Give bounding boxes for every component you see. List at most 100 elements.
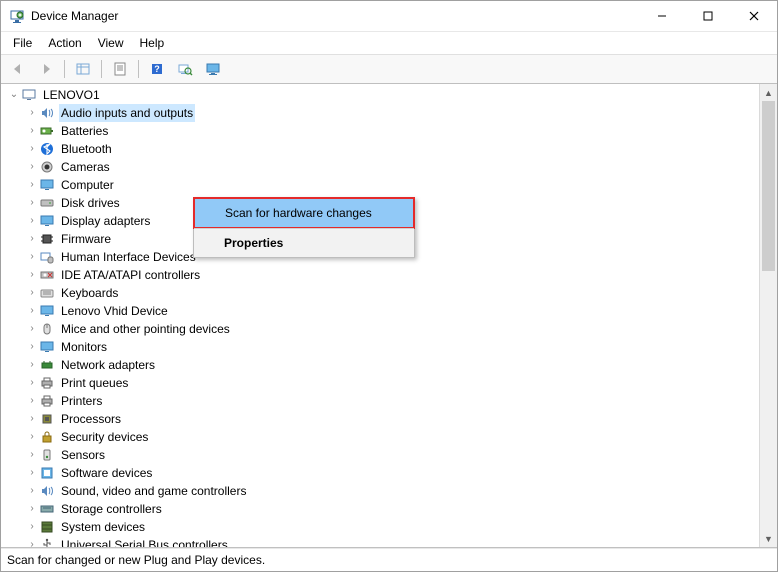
menu-help[interactable]: Help	[132, 34, 173, 52]
root-node[interactable]: ⌄ LENOVO1	[7, 86, 759, 104]
monitor-icon	[39, 177, 55, 193]
category-label: Storage controllers	[59, 500, 164, 518]
category-node[interactable]: ›Printers	[25, 392, 759, 410]
scroll-thumb[interactable]	[762, 101, 775, 271]
lock-icon	[39, 429, 55, 445]
back-button[interactable]	[5, 57, 31, 81]
chevron-right-icon[interactable]: ›	[25, 536, 39, 547]
category-node[interactable]: › Audio inputs and outputs	[25, 104, 759, 122]
category-node[interactable]: ›Network adapters	[25, 356, 759, 374]
titlebar: Device Manager	[1, 1, 777, 32]
show-hide-tree-button[interactable]	[70, 57, 96, 81]
category-label: Audio inputs and outputs	[59, 104, 195, 122]
monitor-icon	[39, 213, 55, 229]
category-label: Display adapters	[59, 212, 152, 230]
keyboard-icon	[39, 285, 55, 301]
toolbar: ?	[1, 54, 777, 84]
category-node[interactable]: ›Security devices	[25, 428, 759, 446]
category-node[interactable]: › Sound, video and game controllers	[25, 482, 759, 500]
chevron-right-icon[interactable]: ›	[25, 428, 39, 446]
chevron-right-icon[interactable]: ›	[25, 446, 39, 464]
printer-icon	[39, 393, 55, 409]
chevron-right-icon[interactable]: ›	[25, 392, 39, 410]
category-node[interactable]: ›Software devices	[25, 464, 759, 482]
scroll-down-icon[interactable]: ▼	[760, 530, 777, 547]
category-node[interactable]: ›Universal Serial Bus controllers	[25, 536, 759, 547]
help-button[interactable]: ?	[144, 57, 170, 81]
menu-action[interactable]: Action	[40, 34, 89, 52]
system-icon	[39, 519, 55, 535]
category-label: Print queues	[59, 374, 130, 392]
content-area: ⌄ LENOVO1 › Audio inputs and outputs › Batt…	[1, 84, 777, 548]
chevron-right-icon[interactable]: ›	[25, 140, 39, 158]
category-label: Batteries	[59, 122, 110, 140]
minimize-button[interactable]	[639, 1, 685, 31]
category-node[interactable]: › Batteries	[25, 122, 759, 140]
chevron-right-icon[interactable]: ›	[25, 212, 39, 230]
scan-hardware-button[interactable]	[172, 57, 198, 81]
category-node[interactable]: ›Keyboards	[25, 284, 759, 302]
context-scan-label: Scan for hardware changes	[225, 206, 372, 220]
chevron-right-icon[interactable]: ›	[25, 266, 39, 284]
chevron-right-icon[interactable]: ›	[25, 284, 39, 302]
category-node[interactable]: › Mice and other pointing devices	[25, 320, 759, 338]
chevron-right-icon[interactable]: ›	[25, 518, 39, 536]
chevron-right-icon[interactable]: ›	[25, 374, 39, 392]
scroll-up-icon[interactable]: ▲	[760, 84, 777, 101]
menu-view[interactable]: View	[90, 34, 132, 52]
category-label: Mice and other pointing devices	[59, 320, 232, 338]
properties-button[interactable]	[107, 57, 133, 81]
chevron-right-icon[interactable]: ›	[25, 464, 39, 482]
chevron-right-icon[interactable]: ›	[25, 122, 39, 140]
chevron-right-icon[interactable]: ›	[25, 248, 39, 266]
category-label: Human Interface Devices	[59, 248, 198, 266]
category-node[interactable]: ›Computer	[25, 176, 759, 194]
category-label: Processors	[59, 410, 123, 428]
chevron-right-icon[interactable]: ›	[25, 320, 39, 338]
statusbar: Scan for changed or new Plug and Play de…	[1, 548, 777, 571]
category-node[interactable]: › Print queues	[25, 374, 759, 392]
window-controls	[639, 1, 777, 31]
category-node[interactable]: › Cameras	[25, 158, 759, 176]
category-node[interactable]: ›IDE ATA/ATAPI controllers	[25, 266, 759, 284]
sensor-icon	[39, 447, 55, 463]
category-node[interactable]: ›System devices	[25, 518, 759, 536]
expand-icon[interactable]: ⌄	[7, 86, 21, 104]
chevron-right-icon[interactable]: ›	[25, 338, 39, 356]
vertical-scrollbar[interactable]: ▲ ▼	[759, 84, 777, 547]
category-node[interactable]: › Sensors	[25, 446, 759, 464]
category-node[interactable]: ›Lenovo Vhid Device	[25, 302, 759, 320]
category-node[interactable]: ›Monitors	[25, 338, 759, 356]
category-label: Cameras	[59, 158, 112, 176]
maximize-button[interactable]	[685, 1, 731, 31]
chevron-right-icon[interactable]: ›	[25, 230, 39, 248]
context-scan-hardware[interactable]: Scan for hardware changes	[193, 197, 415, 229]
software-icon	[39, 465, 55, 481]
chevron-right-icon[interactable]: ›	[25, 158, 39, 176]
menu-file[interactable]: File	[5, 34, 40, 52]
monitor-button[interactable]	[200, 57, 226, 81]
category-label: Sensors	[59, 446, 107, 464]
close-button[interactable]	[731, 1, 777, 31]
hid-icon	[39, 249, 55, 265]
category-node[interactable]: ›Bluetooth	[25, 140, 759, 158]
chevron-right-icon[interactable]: ›	[25, 500, 39, 518]
device-tree[interactable]: ⌄ LENOVO1 › Audio inputs and outputs › Batt…	[1, 84, 759, 547]
chevron-right-icon[interactable]: ›	[25, 194, 39, 212]
svg-text:?: ?	[154, 64, 160, 74]
context-properties[interactable]: Properties	[194, 228, 414, 257]
chevron-right-icon[interactable]: ›	[25, 302, 39, 320]
chevron-right-icon[interactable]: ›	[25, 356, 39, 374]
chevron-right-icon[interactable]: ›	[25, 176, 39, 194]
storage-icon	[39, 501, 55, 517]
category-node[interactable]: › Processors	[25, 410, 759, 428]
category-node[interactable]: › Storage controllers	[25, 500, 759, 518]
chevron-right-icon[interactable]: ›	[25, 104, 39, 122]
chevron-right-icon[interactable]: ›	[25, 410, 39, 428]
app-icon	[9, 8, 25, 24]
chevron-right-icon[interactable]: ›	[25, 482, 39, 500]
usb-icon	[39, 537, 55, 547]
category-list: › Audio inputs and outputs › Batteries›Blue…	[25, 104, 759, 547]
category-label: Sound, video and game controllers	[59, 482, 248, 500]
forward-button[interactable]	[33, 57, 59, 81]
